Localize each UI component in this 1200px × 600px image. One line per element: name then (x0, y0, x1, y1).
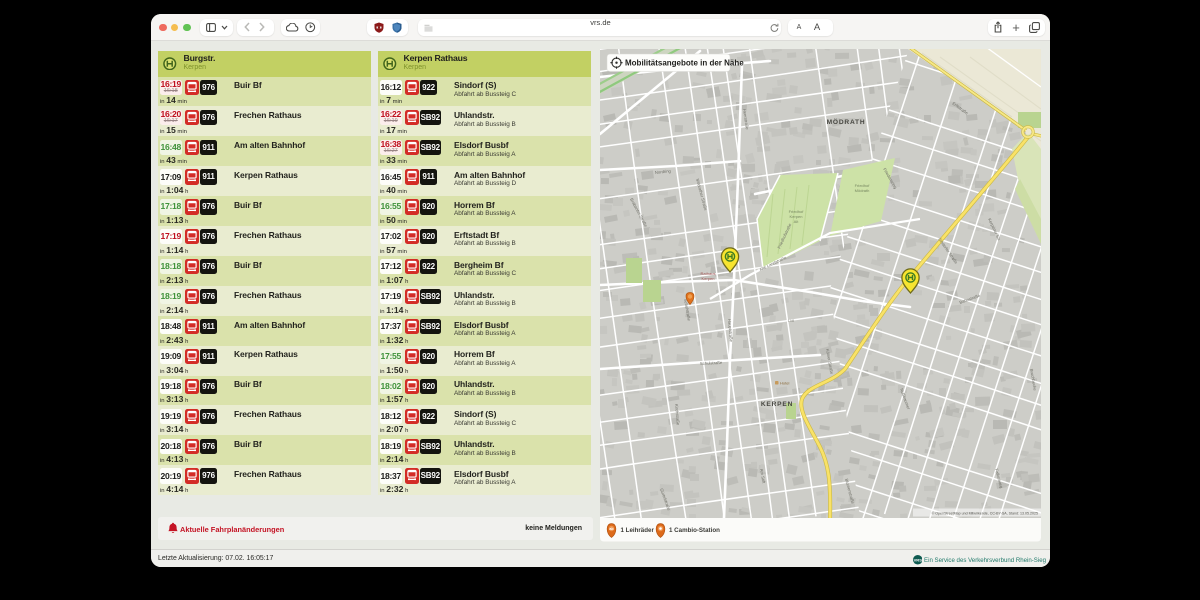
svg-text:Mobilitätsangebote in der Nähe: Mobilitätsangebote in der Nähe (625, 59, 744, 68)
svg-text:VRS: VRS (913, 558, 922, 563)
svg-text:© OpenStreetMap und Mitwirkend: © OpenStreetMap und Mitwirkende, CC-BY-S… (932, 512, 1038, 516)
svg-text:Kerpen: Kerpen (702, 276, 715, 281)
svg-text:Lidl: Lidl (788, 318, 794, 323)
svg-text:1 Leihräder: 1 Leihräder (621, 527, 655, 534)
svg-text:1 Cambio-Station: 1 Cambio-Station (669, 527, 720, 534)
svg-text:KERPEN: KERPEN (761, 401, 793, 408)
svg-text:MÖDRATH: MÖDRATH (827, 117, 866, 126)
svg-text:Hotel: Hotel (780, 381, 789, 386)
svg-text:Mödrath: Mödrath (855, 188, 870, 193)
